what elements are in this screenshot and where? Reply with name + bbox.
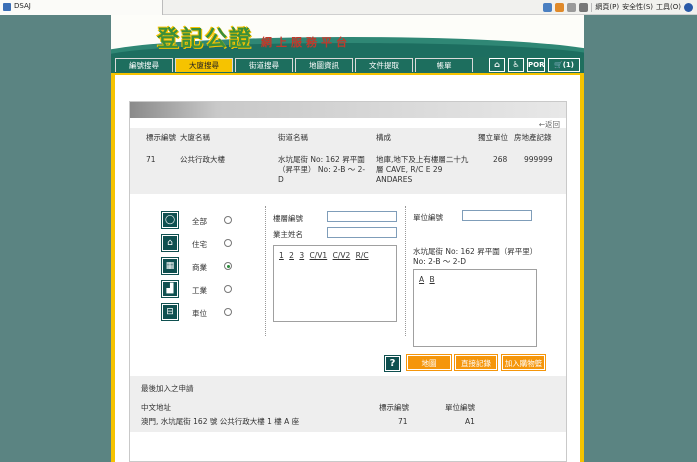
tab-building-search[interactable]: 大廈搜尋 (175, 58, 233, 72)
tab-map-info[interactable]: 地圖資訊 (295, 58, 353, 72)
recent-id: 71 (398, 417, 408, 426)
usage-option-commercial[interactable]: ▦ 商業 (161, 257, 242, 275)
usage-label: 住宅 (192, 240, 207, 249)
recent-header-id: 標示編號 (379, 403, 409, 412)
cart-icon: 🛒 (554, 61, 563, 69)
tab-bill[interactable]: 帳單 (415, 58, 473, 72)
tab-number-search[interactable]: 編號搜尋 (115, 58, 173, 72)
floor-link[interactable]: 3 (299, 251, 304, 260)
recent-address: 澳門, 水坑尾街 162 號 公共行政大樓 1 樓 A 座 (141, 417, 300, 426)
col-header-record: 房地產記錄 (514, 133, 552, 142)
floor-link[interactable]: C/V1 (310, 251, 328, 260)
feed-icon[interactable] (555, 2, 565, 12)
usage-radio-all[interactable] (224, 216, 232, 224)
factory-icon: ▟ (161, 280, 179, 298)
panel-header-bar (130, 102, 566, 118)
home-icon[interactable] (543, 2, 553, 12)
menu-safety[interactable]: 安全性(S) (622, 2, 653, 12)
usage-option-industrial[interactable]: ▟ 工業 (161, 280, 242, 298)
unit-link[interactable]: B (430, 275, 435, 284)
usage-option-parking[interactable]: ⊟ 車位 (161, 303, 242, 321)
floor-link[interactable]: 1 (279, 251, 284, 260)
building-icon: ▦ (161, 257, 179, 275)
site-frame: 登記公證 網上服務平台 編號搜尋 大廈搜尋 街道搜尋 地圖資訊 文件提取 帳單 … (111, 15, 584, 462)
usage-radio-commercial[interactable] (224, 262, 232, 270)
col-header-composition: 構成 (376, 133, 391, 142)
col-header-name: 大廈名稱 (180, 133, 210, 142)
building-record: 999999 (524, 155, 553, 164)
usage-option-all[interactable]: ◯ 全部 (161, 211, 242, 229)
usage-label: 車位 (192, 309, 207, 318)
building-panel: ←返回 標示編號 大廈名稱 街道名稱 構成 獨立單位 房地產記錄 71 公共行政… (129, 101, 567, 462)
unit-number-input[interactable] (462, 210, 532, 221)
browser-tab-title: DSAJ (14, 2, 31, 10)
home-icon[interactable]: ⌂ (489, 58, 505, 72)
floor-list: 1 2 3 C/V1 C/V2 R/C (273, 245, 397, 322)
col-header-units: 獨立單位 (478, 133, 508, 142)
recent-header-unit: 單位編號 (445, 403, 475, 412)
recent-header-address: 中文地址 (141, 403, 171, 412)
usage-label: 全部 (192, 217, 207, 226)
cart-count: (1) (562, 61, 574, 69)
favicon-icon (3, 3, 11, 11)
col-header-street: 街道名稱 (278, 133, 308, 142)
recent-title: 最後加入之申請 (141, 384, 194, 393)
menu-page[interactable]: 網頁(P) (595, 2, 619, 12)
building-street: 水坑尾街 No: 162 昇平圍（昇平里） No: 2-B ～ 2-D (278, 155, 366, 184)
por-icon[interactable]: POR (527, 58, 545, 72)
usage-radio-parking[interactable] (224, 308, 232, 316)
site-banner: 登記公證 網上服務平台 (111, 15, 584, 57)
unit-list: A B (413, 269, 537, 347)
usage-radio-industrial[interactable] (224, 285, 232, 293)
owner-name-input[interactable] (327, 227, 397, 238)
building-composition: 地庫,地下及上有樓層二十九層 CAVE, R/C E 29 ANDARES (376, 155, 469, 184)
unit-link[interactable]: A (419, 275, 424, 284)
floor-link[interactable]: C/V2 (333, 251, 351, 260)
building-id: 71 (146, 155, 156, 164)
divider (405, 206, 406, 336)
building-name: 公共行政大樓 (180, 155, 225, 164)
circle-icon: ◯ (161, 211, 179, 229)
recent-unit: A1 (465, 417, 475, 426)
browser-tab[interactable]: DSAJ (0, 0, 163, 15)
menu-tools[interactable]: 工具(O) (656, 2, 681, 12)
tab-document-retrieval[interactable]: 文件提取 (355, 58, 413, 72)
page-content: ←返回 標示編號 大廈名稱 街道名稱 構成 獨立單位 房地產記錄 71 公共行政… (115, 75, 580, 462)
unit-address: 水坑尾街 No: 162 昇平圍（昇平里） No: 2-B ～ 2-D (413, 247, 538, 266)
divider (265, 206, 266, 336)
floor-link[interactable]: R/C (356, 251, 369, 260)
browser-toolbar: DSAJ 網頁(P) 安全性(S) 工具(O) (0, 0, 697, 15)
house-icon: ⌂ (161, 234, 179, 252)
unit-number-label: 單位編號 (413, 213, 443, 222)
floor-number-input[interactable] (327, 211, 397, 222)
owner-name-label: 業主姓名 (273, 230, 303, 239)
print-icon[interactable] (579, 2, 589, 12)
col-header-id: 標示編號 (146, 133, 176, 142)
main-nav: 編號搜尋 大廈搜尋 街道搜尋 地圖資訊 文件提取 帳單 ⌂ ♿ POR 🛒(1) (111, 57, 584, 73)
usage-radio-residential[interactable] (224, 239, 232, 247)
usage-option-residential[interactable]: ⌂ 住宅 (161, 234, 242, 252)
tab-street-search[interactable]: 街道搜尋 (235, 58, 293, 72)
separator (591, 2, 593, 12)
map-button[interactable]: 地圖 (406, 354, 452, 371)
help-icon[interactable] (684, 2, 693, 12)
usage-label: 商業 (192, 263, 207, 272)
site-slogan: 網上服務平台 (261, 36, 351, 49)
floor-number-label: 樓層編號 (273, 214, 303, 223)
add-to-cart-button[interactable]: 加入購物籃 (501, 354, 546, 371)
help-button[interactable]: ? (384, 355, 401, 372)
floor-link[interactable]: 2 (289, 251, 294, 260)
parking-icon: ⊟ (161, 303, 179, 321)
building-units: 268 (493, 155, 508, 164)
usage-label: 工業 (192, 286, 207, 295)
cart-button[interactable]: 🛒(1) (548, 58, 580, 72)
site-logo[interactable]: 登記公證 (157, 21, 253, 53)
wheelchair-icon[interactable]: ♿ (508, 58, 524, 72)
direct-record-button[interactable]: 直接記錄 (454, 354, 498, 371)
mail-icon[interactable] (567, 2, 577, 12)
